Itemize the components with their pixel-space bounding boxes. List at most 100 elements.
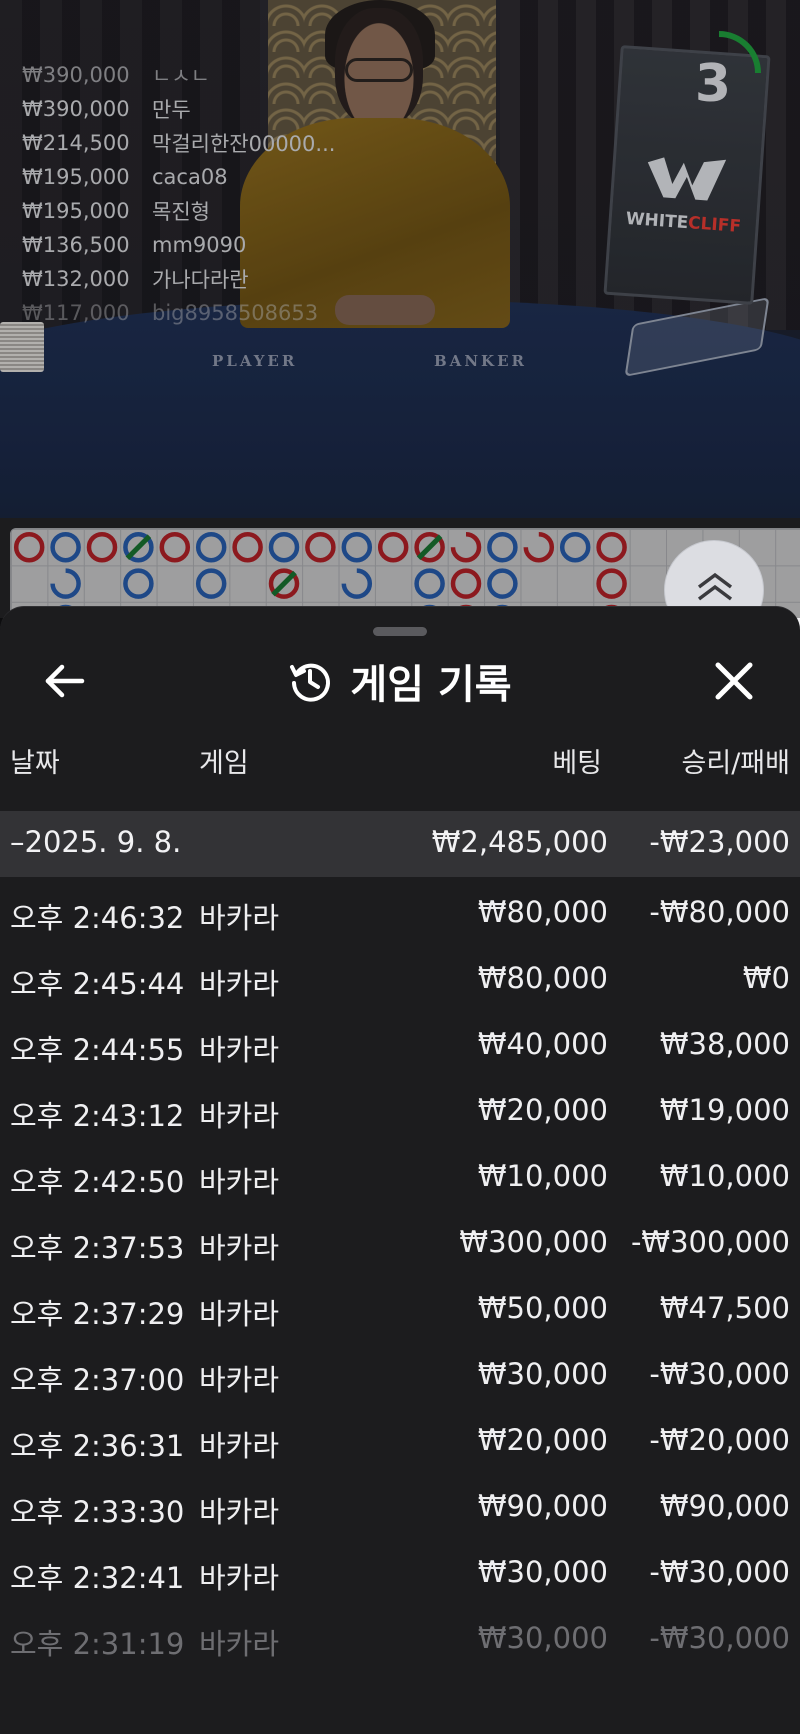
day-total-bet: ₩2,485,000 (431, 825, 608, 859)
row-winloss: -₩30,000 (649, 1357, 790, 1391)
row-bet: ₩80,000 (477, 895, 608, 929)
player-bead (195, 531, 227, 563)
player-bead (487, 568, 518, 599)
column-header-game: 게임 (199, 748, 249, 779)
player-bead (50, 531, 81, 563)
day-total-winloss: -₩23,000 (649, 825, 790, 859)
row-time: 오후 2:37:00 (10, 1363, 185, 1397)
row-game: 바카라 (199, 1495, 280, 1529)
row-time: 오후 2:31:19 (10, 1627, 185, 1661)
row-bet: ₩80,000 (477, 961, 608, 995)
banker-bead (305, 531, 336, 563)
row-game: 바카라 (199, 1429, 280, 1463)
row-bet: ₩20,000 (477, 1093, 608, 1127)
row-game: 바카라 (199, 1033, 280, 1067)
row-bet: ₩20,000 (477, 1423, 608, 1457)
day-date: –2025. 9. 8. (10, 825, 182, 859)
column-header-date: 날짜 (10, 748, 60, 779)
player-bead-partial (50, 568, 81, 599)
table-row[interactable]: 오후 2:37:00 바카라 ₩30,000 -₩30,000 (0, 1343, 800, 1409)
row-game: 바카라 (199, 1231, 280, 1265)
row-bet: ₩30,000 (477, 1555, 608, 1589)
row-time: 오후 2:46:32 (10, 901, 185, 935)
row-time: 오후 2:33:30 (10, 1495, 185, 1529)
live-video[interactable]: PLAYER BANKER WHITECLIFF 3 ₩390,000 ㄴㅅㄴ ₩… (0, 0, 800, 518)
row-time: 오후 2:36:31 (10, 1429, 185, 1463)
table-header: 날짜 게임 베팅 승리/패배 (0, 737, 800, 781)
table-row[interactable]: 오후 2:33:30 바카라 ₩90,000 ₩90,000 (0, 1475, 800, 1541)
row-time: 오후 2:37:29 (10, 1297, 185, 1331)
row-game: 바카라 (199, 1363, 280, 1397)
row-bet: ₩300,000 (459, 1225, 608, 1259)
row-winloss: ₩10,000 (659, 1159, 790, 1193)
row-game: 바카라 (199, 1165, 280, 1199)
row-winloss: -₩30,000 (649, 1555, 790, 1589)
row-bet: ₩10,000 (477, 1159, 608, 1193)
banker-bead (450, 568, 482, 599)
game-history-sheet: 게임 기록 날짜 게임 베팅 승리/패배 –2025. 9. 8. ₩2,485… (0, 606, 800, 1734)
row-winloss: -₩80,000 (649, 895, 790, 929)
row-time: 오후 2:45:44 (10, 967, 185, 1001)
banker-bead (232, 531, 263, 563)
row-time: 오후 2:43:12 (10, 1099, 185, 1133)
player-bead (195, 568, 227, 599)
row-winloss: ₩47,500 (659, 1291, 790, 1325)
banker-bead (13, 531, 45, 563)
row-winloss: -₩300,000 (630, 1225, 790, 1259)
table-row[interactable]: 오후 2:37:53 바카라 ₩300,000 -₩300,000 (0, 1211, 800, 1277)
row-bet: ₩50,000 (477, 1291, 608, 1325)
table-row[interactable]: 오후 2:32:41 바카라 ₩30,000 -₩30,000 (0, 1541, 800, 1607)
row-time: 오후 2:42:50 (10, 1165, 185, 1199)
row-winloss: ₩90,000 (659, 1489, 790, 1523)
banker-bead-partial (450, 531, 482, 563)
banker-bead (377, 531, 409, 563)
row-game: 바카라 (199, 1627, 280, 1661)
table-row[interactable]: 오후 2:45:44 바카라 ₩80,000 ₩0 (0, 947, 800, 1013)
player-bead (414, 568, 445, 599)
row-time: 오후 2:44:55 (10, 1033, 185, 1067)
row-winloss: -₩30,000 (649, 1621, 790, 1655)
row-bet: ₩90,000 (477, 1489, 608, 1523)
day-summary-row[interactable]: –2025. 9. 8. ₩2,485,000 -₩23,000 (0, 811, 800, 877)
banker-bead (596, 568, 627, 599)
row-time: 오후 2:37:53 (10, 1231, 185, 1265)
table-row[interactable]: 오후 2:44:55 바카라 ₩40,000 ₩38,000 (0, 1013, 800, 1079)
page-title: 게임 기록 (350, 662, 512, 708)
table-row[interactable]: 오후 2:46:32 바카라 ₩80,000 -₩80,000 (0, 881, 800, 947)
sheet-grabber[interactable] (373, 627, 427, 636)
banker-bead (596, 531, 627, 563)
player-bead (487, 531, 518, 563)
video-dim-overlay (0, 0, 800, 518)
row-game: 바카라 (199, 901, 280, 935)
row-game: 바카라 (199, 1297, 280, 1331)
row-game: 바카라 (199, 1561, 280, 1595)
row-winloss: ₩0 (742, 961, 790, 995)
row-game: 바카라 (199, 967, 280, 1001)
table-row[interactable]: 오후 2:36:31 바카라 ₩20,000 -₩20,000 (0, 1409, 800, 1475)
banker-bead (86, 531, 118, 563)
history-rows: 오후 2:46:32 바카라 ₩80,000 -₩80,000 오후 2:45:44 바… (0, 881, 800, 1673)
row-bet: ₩30,000 (477, 1621, 608, 1655)
player-bead (559, 531, 591, 563)
sheet-header: 게임 기록 (0, 653, 800, 709)
player-bead (341, 531, 373, 563)
column-header-winloss: 승리/패배 (681, 748, 790, 779)
player-bead (123, 568, 154, 599)
column-header-bet: 베팅 (552, 748, 602, 779)
table-row[interactable]: 오후 2:42:50 바카라 ₩10,000 ₩10,000 (0, 1145, 800, 1211)
row-winloss: ₩19,000 (659, 1093, 790, 1127)
table-row[interactable]: 오후 2:37:29 바카라 ₩50,000 ₩47,500 (0, 1277, 800, 1343)
row-game: 바카라 (199, 1099, 280, 1133)
chevron-double-up-icon (697, 572, 733, 601)
row-winloss: -₩20,000 (649, 1423, 790, 1457)
row-time: 오후 2:32:41 (10, 1561, 185, 1595)
table-row[interactable]: 오후 2:43:12 바카라 ₩20,000 ₩19,000 (0, 1079, 800, 1145)
history-icon (290, 663, 331, 702)
row-bet: ₩30,000 (477, 1357, 608, 1391)
row-bet: ₩40,000 (477, 1027, 608, 1061)
table-row[interactable]: 오후 2:31:19 바카라 ₩30,000 -₩30,000 (0, 1607, 800, 1673)
close-icon[interactable] (708, 655, 760, 707)
player-bead (268, 531, 300, 563)
player-bead-partial (341, 568, 373, 599)
banker-bead (159, 531, 191, 563)
